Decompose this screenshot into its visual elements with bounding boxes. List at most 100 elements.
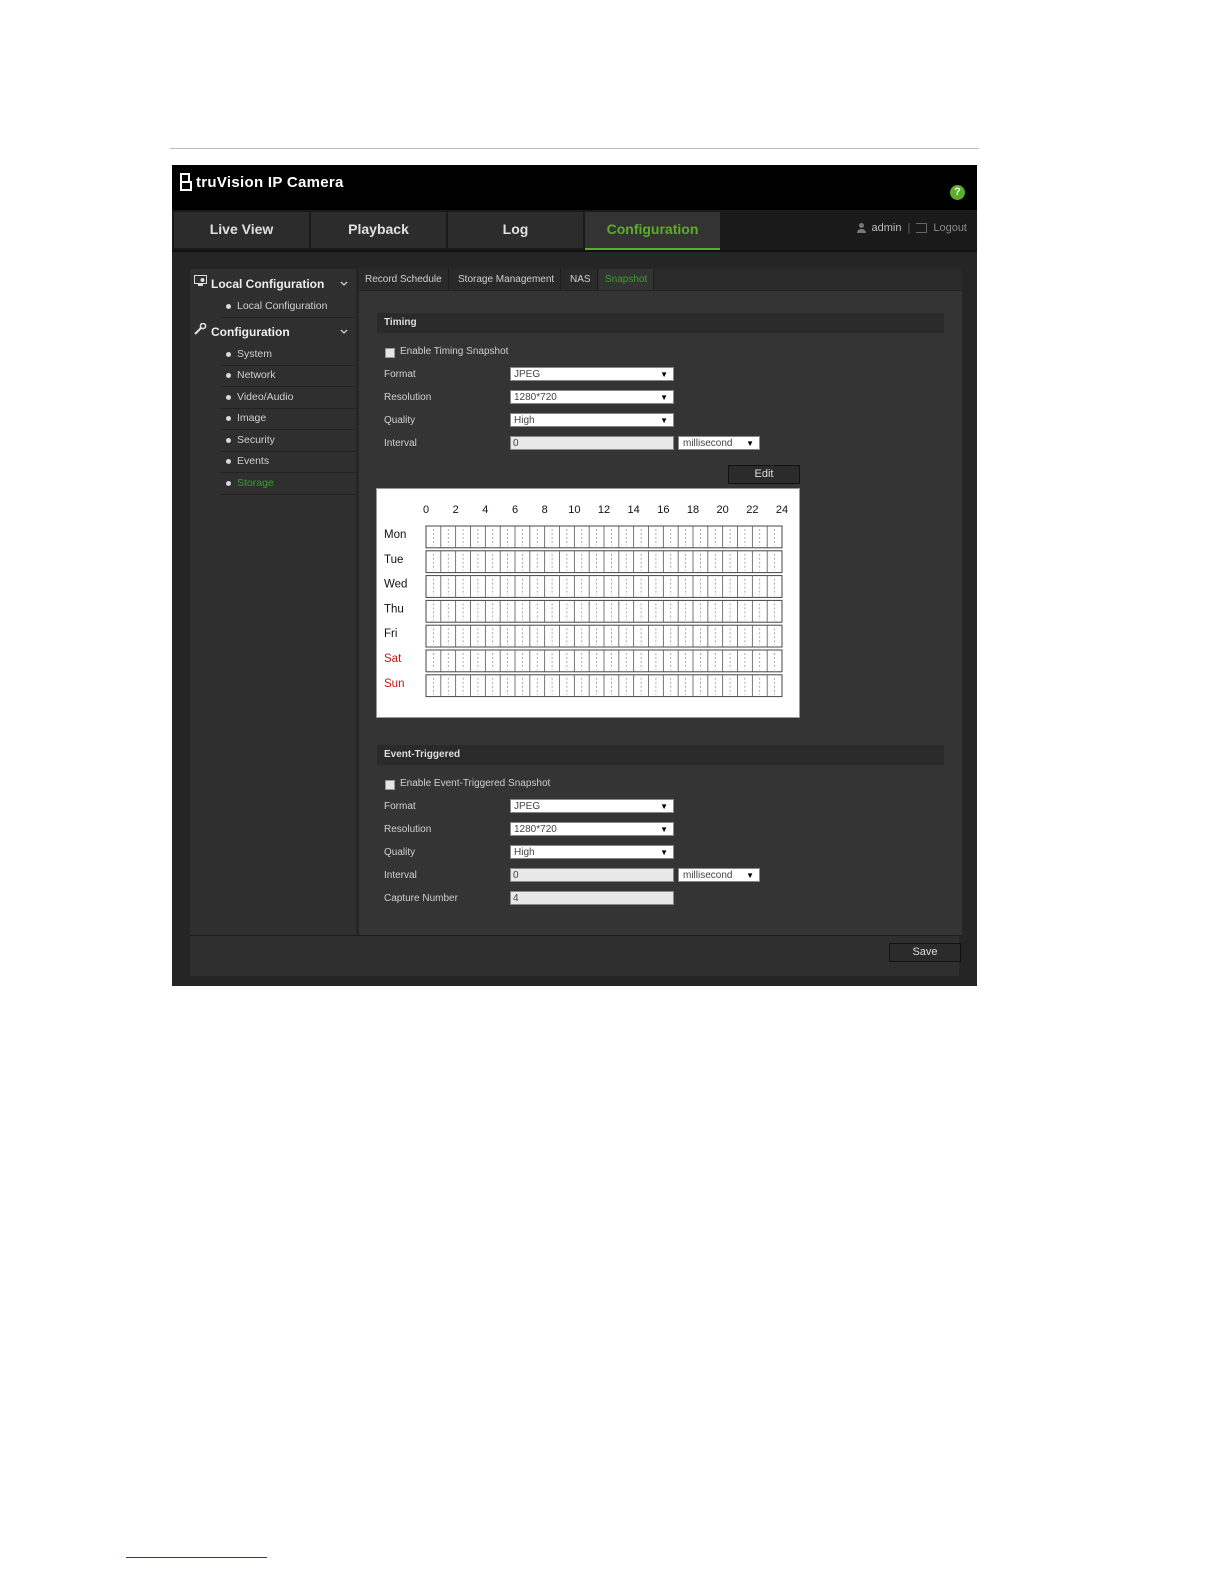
bullet-icon	[226, 304, 231, 309]
timing-interval-unit-select[interactable]: millisecond ▼	[678, 436, 760, 450]
sidebar-group-local-configuration[interactable]: Local Configuration	[190, 271, 356, 295]
event-interval-input[interactable]: 0	[510, 868, 674, 882]
timing-section-header: Timing	[377, 313, 944, 333]
hour-tick-label: 12	[598, 504, 610, 516]
enable-timing-snapshot-label: Enable Timing Snapshot	[400, 346, 509, 357]
day-label: Mon	[384, 529, 406, 541]
subtab-snapshot[interactable]: Snapshot	[599, 269, 655, 290]
logout-icon[interactable]	[916, 223, 928, 233]
timing-format-label: Format	[384, 369, 416, 380]
bullet-icon	[226, 395, 231, 400]
sidebar-item-network[interactable]: Network	[220, 365, 356, 387]
day-label: Wed	[384, 579, 407, 591]
help-icon[interactable]: ?	[950, 185, 965, 200]
subtab-record-schedule[interactable]: Record Schedule	[359, 269, 449, 290]
logout-link[interactable]: Logout	[933, 222, 967, 234]
document-top-rule	[170, 148, 979, 149]
bullet-icon	[226, 352, 231, 357]
event-section-header: Event-Triggered	[377, 745, 944, 765]
sidebar-item-label: Events	[237, 455, 270, 467]
event-quality-select[interactable]: High ▼	[510, 845, 674, 859]
schedule-grid[interactable]: 0 2 4 6 8 10 12 14 16 18 20 22 24 Mon Tue Wed Thu Fri Sat S…	[376, 488, 800, 718]
hour-tick-label: 22	[746, 504, 758, 516]
logo-icon	[180, 173, 194, 191]
bullet-icon	[226, 481, 231, 486]
section-title: Event-Triggered	[384, 749, 461, 760]
chevron-down-icon[interactable]	[340, 272, 348, 296]
event-interval-unit-select[interactable]: millisecond ▼	[678, 868, 760, 882]
select-value: 1280*720	[514, 824, 557, 835]
enable-event-snapshot-checkbox[interactable]	[385, 780, 395, 790]
day-label: Sat	[384, 653, 402, 665]
dropdown-arrow-icon: ▼	[660, 370, 668, 379]
sidebar-item-security[interactable]: Security	[220, 430, 356, 452]
sidebar-item-label: Network	[237, 369, 276, 381]
select-value: JPEG	[514, 801, 541, 812]
schedule-chart: 0 2 4 6 8 10 12 14 16 18 20 22 24MonTueWedThuFriSatS…	[384, 504, 788, 698]
sidebar-item-local-configuration[interactable]: Local Configuration	[220, 296, 356, 318]
dropdown-arrow-icon: ▼	[660, 825, 668, 834]
sidebar-item-label: Storage	[237, 477, 274, 489]
hour-tick-label: 2	[453, 504, 459, 516]
select-value: millisecond	[683, 870, 733, 881]
hour-tick-label: 20	[717, 504, 729, 516]
user-area: admin | Logout	[856, 222, 967, 234]
timing-resolution-label: Resolution	[384, 392, 432, 403]
day-label: Thu	[384, 603, 404, 615]
hour-tick-label: 4	[482, 504, 488, 516]
sidebar: Local Configuration Local Configuration …	[190, 269, 356, 935]
dropdown-arrow-icon: ▼	[746, 871, 754, 880]
sidebar-item-label: System	[237, 348, 273, 360]
save-button[interactable]: Save	[889, 943, 961, 962]
sidebar-item-image[interactable]: Image	[220, 408, 356, 430]
bullet-icon	[226, 373, 231, 378]
chevron-down-icon[interactable]	[340, 320, 348, 344]
username: admin	[871, 222, 902, 234]
bullet-icon	[226, 438, 231, 443]
sidebar-item-system[interactable]: System	[220, 344, 356, 366]
tab-live-view[interactable]: Live View	[174, 212, 309, 248]
event-format-select[interactable]: JPEG ▼	[510, 799, 674, 813]
capture-number-label: Capture Number	[384, 893, 458, 904]
sub-tab-bar: Record Schedule Storage Management NAS S…	[359, 269, 962, 291]
enable-timing-snapshot-checkbox[interactable]	[385, 348, 395, 358]
edit-schedule-button[interactable]: Edit	[728, 465, 800, 484]
sidebar-item-label: Local Configuration	[237, 300, 328, 312]
dropdown-arrow-icon: ▼	[660, 848, 668, 857]
wrench-icon	[194, 322, 207, 335]
event-format-label: Format	[384, 801, 416, 812]
tab-log[interactable]: Log	[448, 212, 583, 248]
timing-quality-label: Quality	[384, 415, 416, 426]
select-value: millisecond	[683, 438, 733, 449]
dropdown-arrow-icon: ▼	[746, 439, 754, 448]
capture-number-input[interactable]: 4	[510, 891, 674, 905]
hour-tick-label: 8	[542, 504, 548, 516]
subtab-storage-management[interactable]: Storage Management	[452, 269, 562, 290]
timing-interval-input[interactable]: 0	[510, 436, 674, 450]
day-label: Sun	[384, 678, 404, 690]
main-nav: Live View Playback Log Configuration adm…	[172, 210, 977, 252]
timing-resolution-select[interactable]: 1280*720 ▼	[510, 390, 674, 404]
tab-configuration[interactable]: Configuration	[585, 212, 720, 250]
bullet-icon	[226, 459, 231, 464]
title-bar: truVision IP Camera ?	[172, 165, 977, 210]
event-resolution-select[interactable]: 1280*720 ▼	[510, 822, 674, 836]
subtab-nas[interactable]: NAS	[564, 269, 598, 290]
dropdown-arrow-icon: ▼	[660, 393, 668, 402]
hour-tick-label: 10	[568, 504, 580, 516]
section-title: Timing	[384, 317, 417, 328]
sidebar-group-label: Configuration	[211, 325, 290, 339]
bullet-icon	[226, 416, 231, 421]
content-panel: Record Schedule Storage Management NAS S…	[359, 269, 962, 935]
tab-playback[interactable]: Playback	[311, 212, 446, 248]
sidebar-item-events[interactable]: Events	[220, 451, 356, 473]
sidebar-item-label: Image	[237, 412, 267, 424]
sidebar-item-storage[interactable]: Storage	[220, 473, 356, 495]
hour-tick-label: 0	[423, 504, 429, 516]
sidebar-group-configuration[interactable]: Configuration	[190, 319, 356, 343]
select-value: High	[514, 847, 535, 858]
footer-link-underline[interactable]	[126, 1557, 267, 1558]
timing-format-select[interactable]: JPEG ▼	[510, 367, 674, 381]
timing-quality-select[interactable]: High ▼	[510, 413, 674, 427]
sidebar-item-video-audio[interactable]: Video/Audio	[220, 387, 356, 409]
